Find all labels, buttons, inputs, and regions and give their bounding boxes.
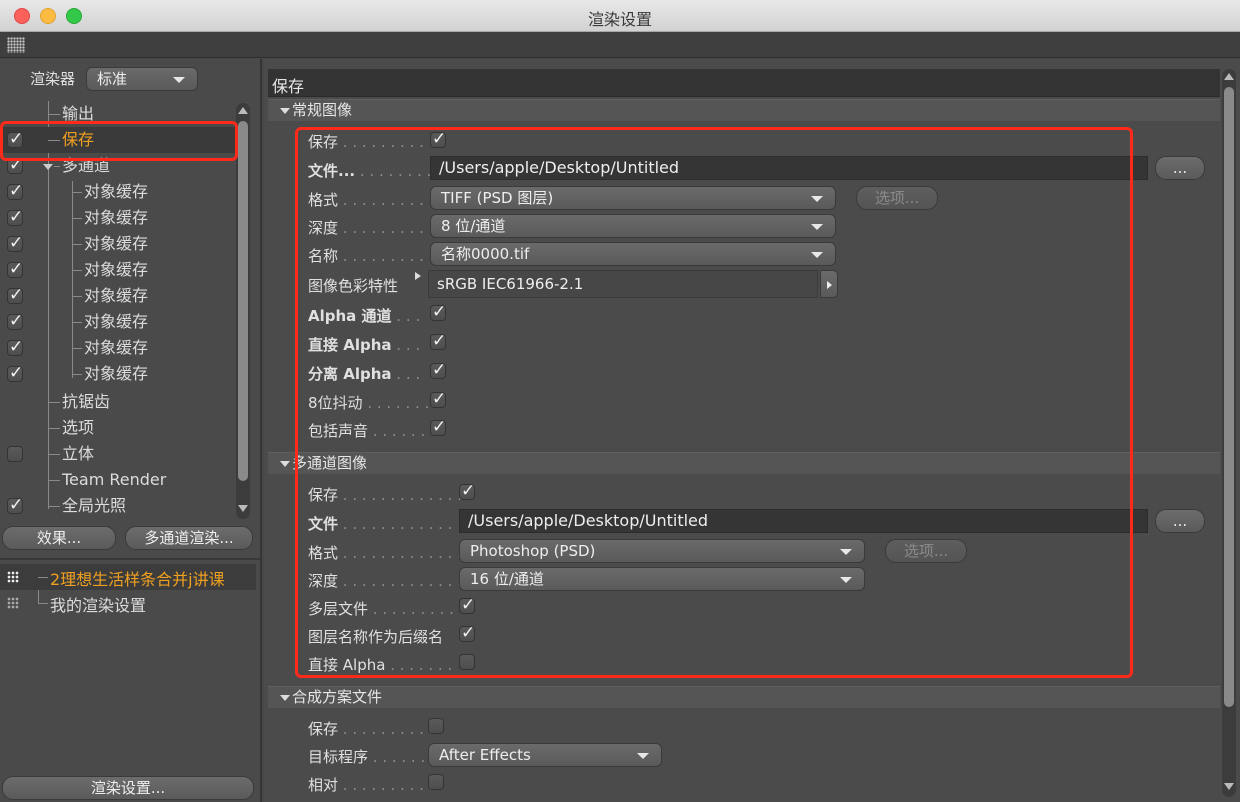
scroll-down-arrow-icon[interactable] [1224, 783, 1234, 790]
grip-icon[interactable] [7, 37, 25, 53]
check-icon: ✓ [9, 259, 24, 279]
renderer-label: 渲染器 [30, 70, 76, 88]
compositing-target-select[interactable]: After Effects [428, 743, 662, 767]
tree-checkbox[interactable]: ✓ [7, 259, 24, 279]
check-icon: ✓ [9, 363, 24, 383]
check-icon: ✓ [9, 311, 24, 331]
compositing-relative-checkbox[interactable] [428, 774, 444, 790]
chevron-down-icon [637, 753, 649, 759]
render-preset-icon [7, 571, 19, 583]
settings-tree: 输出 ✓ 保存 ✓ 多通道 ✓ 对象缓存 ✓ 对象缓存 ✓ 对象缓存 ✓ 对象缓… [0, 101, 236, 521]
check-icon: ✓ [9, 337, 24, 357]
multipass-render-button[interactable]: 多通道渲染... [125, 526, 253, 550]
tree-item-options[interactable]: 选项 [0, 415, 236, 441]
scroll-thumb[interactable] [238, 121, 248, 481]
tree-checkbox[interactable]: ✓ [7, 363, 24, 383]
check-icon: ✓ [9, 285, 24, 305]
scroll-up-arrow-icon[interactable] [238, 107, 248, 114]
compositing-save-label: 保存 . . . . . . . . . . [308, 720, 434, 738]
panel-title-bar: 保存 [268, 69, 1220, 97]
window-title: 渲染设置 [587, 10, 652, 29]
collapse-triangle-icon [280, 461, 290, 467]
tree-item-object-buffer[interactable]: ✓ 对象缓存 [0, 335, 236, 361]
tree-scrollbar[interactable] [236, 103, 250, 519]
annotation-highlight [0, 121, 238, 161]
compositing-target-label: 目标程序 . . . . . . [308, 748, 426, 766]
tree-item-object-buffer[interactable]: ✓ 对象缓存 [0, 361, 236, 387]
tree-checkbox[interactable] [7, 446, 23, 462]
settings-list: 2理想生活样条合并j讲课 我的渲染设置 [0, 564, 260, 624]
section-header-regular-image[interactable]: 常规图像 [268, 99, 1220, 121]
tree-item-object-buffer[interactable]: ✓ 对象缓存 [0, 257, 236, 283]
list-item[interactable]: 我的渲染设置 [0, 590, 256, 616]
toolbar [0, 32, 1240, 58]
tree-item-object-buffer[interactable]: ✓ 对象缓存 [0, 283, 236, 309]
tree-checkbox[interactable]: ✓ [7, 233, 24, 253]
tree-item-object-buffer[interactable]: ✓ 对象缓存 [0, 231, 236, 257]
expand-triangle-icon[interactable] [43, 164, 53, 170]
tree-checkbox[interactable]: ✓ [7, 337, 24, 357]
tree-checkbox[interactable]: ✓ [7, 181, 24, 201]
scroll-up-arrow-icon[interactable] [1224, 73, 1234, 80]
tree-item-global-illumination[interactable]: ✓ 全局光照 [0, 493, 236, 519]
compositing-save-checkbox[interactable] [428, 718, 444, 734]
scroll-thumb[interactable] [1224, 87, 1234, 707]
check-icon: ✓ [9, 207, 24, 227]
render-preset-icon [7, 597, 19, 609]
tree-checkbox[interactable]: ✓ [7, 311, 24, 331]
scroll-down-arrow-icon[interactable] [238, 505, 248, 512]
check-icon: ✓ [9, 495, 24, 515]
tree-item-antialiasing[interactable]: 抗锯齿 [0, 389, 236, 415]
settings-panel: 保存 常规图像 保存 . . . . . . . . . ✓ 文件... . .… [264, 59, 1240, 802]
panel-title: 保存 [272, 77, 305, 96]
effects-button[interactable]: 效果... [2, 526, 116, 550]
compositing-relative-label: 相对 . . . . . . . . . . [308, 776, 434, 794]
regular-browse-button[interactable]: ... [1155, 156, 1205, 180]
tree-item-object-buffer[interactable]: ✓ 对象缓存 [0, 205, 236, 231]
check-icon: ✓ [9, 181, 24, 201]
check-icon: ✓ [9, 233, 24, 253]
tree-checkbox[interactable]: ✓ [7, 207, 24, 227]
tree-item-object-buffer[interactable]: ✓ 对象缓存 [0, 309, 236, 335]
collapse-triangle-icon [280, 108, 290, 114]
divider [0, 558, 260, 560]
annotation-highlight [295, 127, 1133, 678]
section-header-compositing-file[interactable]: 合成方案文件 [268, 686, 1220, 708]
renderer-select[interactable]: 标准 [86, 67, 198, 91]
window-titlebar: 渲染设置 [0, 0, 1240, 32]
panel-scrollbar[interactable] [1222, 69, 1236, 797]
tree-checkbox[interactable]: ✓ [7, 285, 24, 305]
list-item[interactable]: 2理想生活样条合并j讲课 [0, 564, 256, 590]
tree-item-stereo[interactable]: 立体 [0, 441, 236, 467]
chevron-down-icon [173, 77, 185, 83]
collapse-triangle-icon [280, 695, 290, 701]
multipass-browse-button[interactable]: ... [1155, 509, 1205, 533]
tree-item-object-buffer[interactable]: ✓ 对象缓存 [0, 179, 236, 205]
left-panel: 渲染器 标准 输出 ✓ 保存 ✓ 多通道 ✓ 对象缓存 ✓ 对象缓存 ✓ 对象缓… [0, 59, 262, 802]
tree-checkbox[interactable]: ✓ [7, 495, 24, 515]
tree-item-team-render[interactable]: Team Render [0, 467, 236, 493]
renderer-value: 标准 [97, 70, 128, 88]
render-settings-button[interactable]: 渲染设置... [2, 776, 254, 800]
